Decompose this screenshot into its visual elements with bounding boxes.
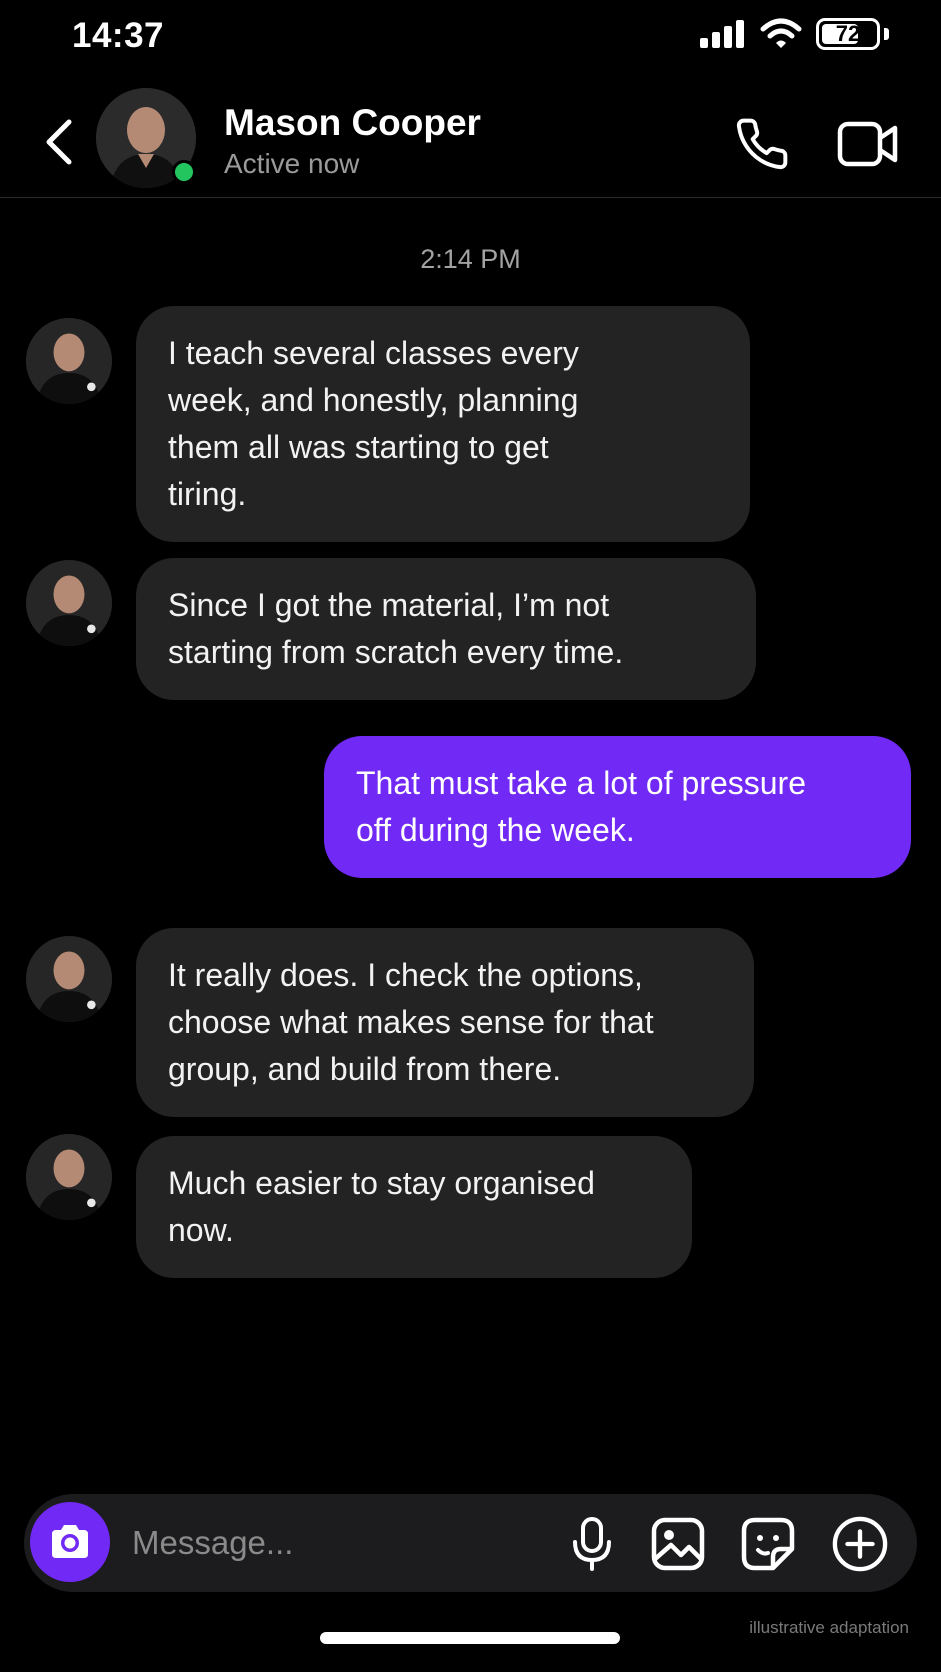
back-button[interactable] (36, 114, 80, 170)
video-camera-icon (837, 121, 898, 167)
status-icons: 72 (700, 18, 889, 50)
voice-message-button[interactable] (564, 1516, 620, 1572)
chat-header: Mason Cooper Active now (0, 84, 941, 198)
plus-circle-icon (832, 1516, 888, 1572)
sender-avatar[interactable] (26, 1134, 112, 1220)
sticker-icon (741, 1517, 795, 1571)
battery-icon: 72 (816, 18, 880, 50)
avatar-image (26, 936, 112, 1022)
message-composer (24, 1494, 917, 1592)
watermark: illustrative adaptation (749, 1618, 909, 1637)
contact-status: Active now (224, 148, 360, 179)
battery-cap (884, 28, 889, 40)
battery-level: 72 (835, 21, 861, 46)
message-bubble-incoming[interactable]: Much easier to stay organised now. (136, 1136, 692, 1278)
message-bubble-incoming[interactable]: I teach several classes every week, and … (136, 306, 750, 542)
message-bubble-incoming[interactable]: Since I got the material, I’m not starti… (136, 558, 756, 700)
sender-avatar[interactable] (26, 560, 112, 646)
sender-avatar[interactable] (26, 318, 112, 404)
cellular-signal-icon (700, 20, 744, 48)
sender-avatar[interactable] (26, 936, 112, 1022)
message-input[interactable] (132, 1516, 532, 1570)
sticker-button[interactable] (740, 1516, 796, 1572)
microphone-icon (573, 1517, 611, 1571)
avatar-image (26, 560, 112, 646)
avatar-image (26, 1134, 112, 1220)
home-indicator[interactable] (320, 1632, 620, 1644)
status-bar: 14:37 72 (0, 0, 941, 80)
more-options-button[interactable] (832, 1516, 888, 1572)
camera-icon (52, 1525, 88, 1558)
chevron-left-icon (46, 119, 72, 165)
video-call-button[interactable] (836, 114, 900, 174)
wifi-icon (760, 18, 802, 48)
contact-name[interactable]: Mason Cooper (224, 102, 481, 144)
message-bubble-outgoing[interactable]: That must take a lot of pressure off dur… (324, 736, 911, 878)
online-status-dot (172, 160, 196, 184)
phone-icon (736, 118, 788, 170)
camera-button[interactable] (30, 1502, 110, 1582)
avatar-image (26, 318, 112, 404)
gallery-button[interactable] (650, 1516, 706, 1572)
message-bubble-incoming[interactable]: It really does. I check the options, cho… (136, 928, 754, 1117)
voice-call-button[interactable] (730, 114, 794, 174)
message-timestamp: 2:14 PM (420, 244, 521, 274)
gallery-icon (651, 1517, 705, 1571)
status-time: 14:37 (72, 16, 165, 55)
